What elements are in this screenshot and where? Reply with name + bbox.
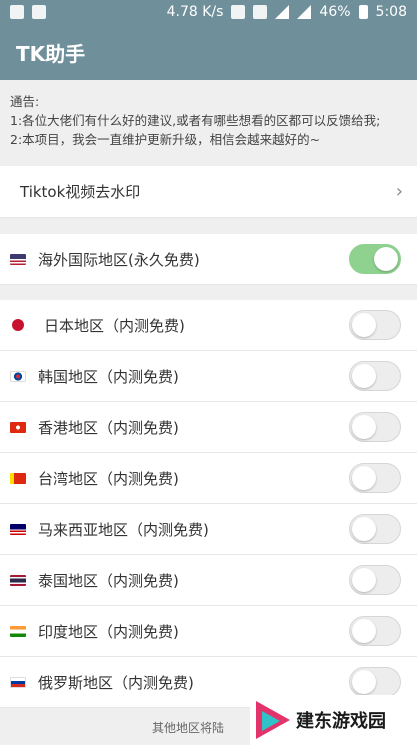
toggle-knob [352,517,376,541]
footer-note-text: 其他地区将陆 [152,721,225,735]
battery-percent: 46% [319,4,351,20]
watermark-removal-item[interactable]: Tiktok视频去水印 › [0,166,417,218]
watermark-text: 建东游戏园 [296,711,386,732]
region-row-korea[interactable]: 韩国地区（内测免费) [0,351,417,402]
toggle-knob [352,568,376,592]
image-icon [32,5,46,19]
toggle-knob [352,364,376,388]
signal-icon [297,5,312,19]
region-toggle-india[interactable] [349,616,401,646]
region-row-malaysia[interactable]: 马来西亚地区（内测免费) [0,504,417,555]
hk-flag-icon [10,421,26,433]
region-row-hongkong[interactable]: 香港地区（内测免费) [0,402,417,453]
notice-line-2: 2:本项目，我会一直维护更新升级，相信会越来越好的~ [10,132,321,147]
region-toggle-korea[interactable] [349,361,401,391]
region-row-global[interactable]: 海外国际地区(永久免费) [0,234,417,285]
vibrate-icon [231,5,246,19]
ru-flag-icon [10,676,26,688]
play-logo-icon [256,701,290,739]
region-toggle-thailand[interactable] [349,565,401,595]
region-label: 马来西亚地区（内测免费) [38,520,209,539]
battery-icon [358,5,368,19]
toggle-knob [352,415,376,439]
clock: 5:08 [375,4,407,20]
watermark-removal-label: Tiktok视频去水印 [20,183,141,201]
region-label: 印度地区（内测免费) [38,622,179,641]
region-toggle-hongkong[interactable] [349,412,401,442]
region-toggle-japan[interactable] [349,310,401,340]
tw-flag-icon [10,472,26,484]
toggle-knob [352,313,376,337]
watermark-overlay: 建东游戏园 [250,695,417,745]
toggle-knob [374,247,398,271]
notice-panel: 通告: 1:各位大佬们有什么好的建议,或者有哪些想看的区都可以反馈给我; 2:本… [0,80,417,166]
region-row-india[interactable]: 印度地区（内测免费) [0,606,417,657]
toggle-knob [352,619,376,643]
status-bar: 4.78 K/s 46% 5:08 [0,0,417,24]
network-speed: 4.78 K/s [166,4,224,20]
region-toggle-taiwan[interactable] [349,463,401,493]
region-label: 泰国地区（内测免费) [38,571,179,590]
toggle-knob [352,466,376,490]
chevron-right-icon: › [395,181,403,202]
kr-flag-icon [10,370,26,382]
region-label: 日本地区（内测免费) [44,316,185,335]
region-toggle-russia[interactable] [349,667,401,697]
region-label: 台湾地区（内测免费) [38,469,179,488]
jp-flag-icon [12,319,24,331]
region-label: 香港地区（内测免费) [38,418,179,437]
app-title: TK助手 [16,41,86,66]
wifi-icon [275,5,290,19]
in-flag-icon [10,625,26,637]
region-label: 俄罗斯地区（内测免费) [38,673,194,692]
usb-icon [10,5,24,19]
notice-heading: 通告: [10,94,40,109]
notice-line-1: 1:各位大佬们有什么好的建议,或者有哪些想看的区都可以反馈给我; [10,113,381,128]
region-toggle-global[interactable] [349,244,401,274]
th-flag-icon [10,574,26,586]
toggle-knob [352,670,376,694]
region-row-thailand[interactable]: 泰国地区（内测免费) [0,555,417,606]
us-flag-icon [10,253,26,265]
my-flag-icon [10,523,26,535]
region-row-japan[interactable]: 日本地区（内测免费) [0,300,417,351]
region-row-taiwan[interactable]: 台湾地区（内测免费) [0,453,417,504]
app-bar: TK助手 [0,24,417,80]
alarm-icon [253,5,268,19]
region-toggle-malaysia[interactable] [349,514,401,544]
region-label: 海外国际地区(永久免费) [38,250,200,269]
region-label: 韩国地区（内测免费) [38,367,179,386]
